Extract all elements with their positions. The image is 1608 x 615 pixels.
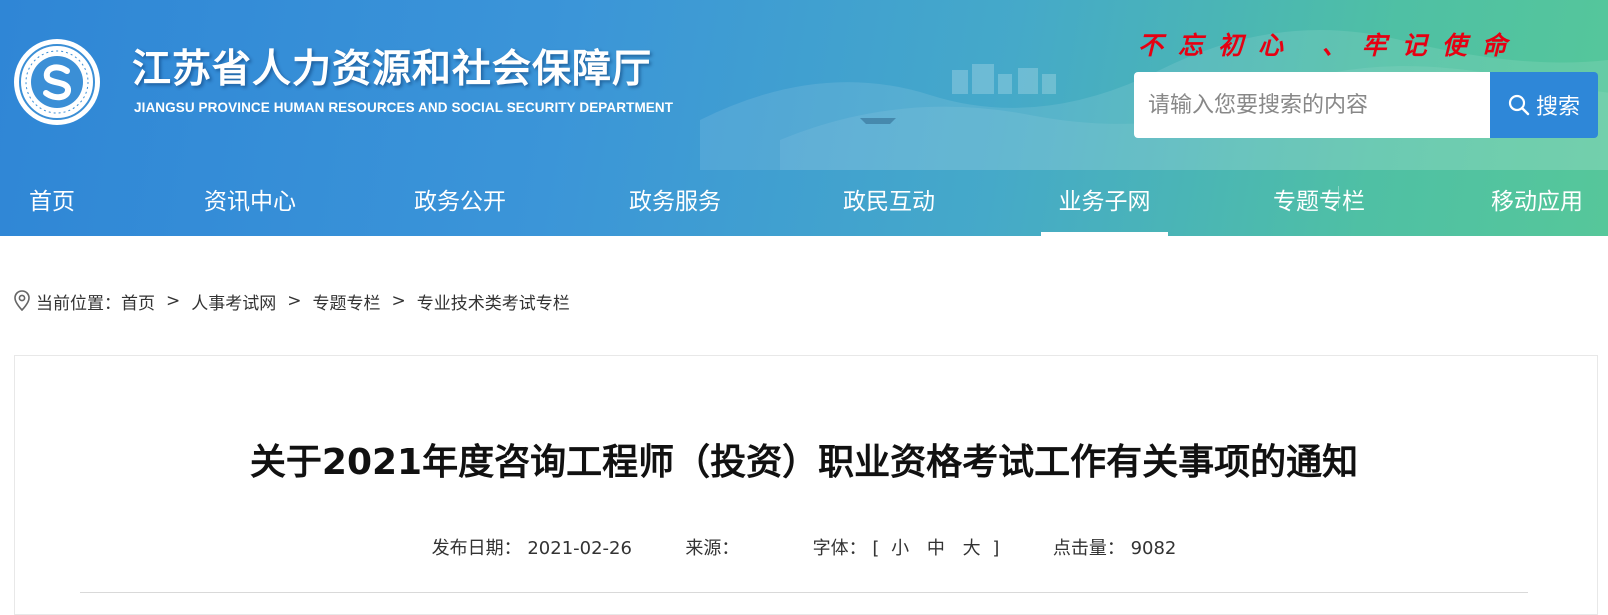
site-subtitle: JIANGSU PROVINCE HUMAN RESOURCES AND SOC…: [134, 100, 674, 115]
font-size-medium-button[interactable]: 中: [927, 534, 945, 560]
nav-item-mobile-apps[interactable]: 移动应用: [1476, 174, 1598, 236]
search-icon: [1508, 94, 1530, 116]
nav-item-government-affairs[interactable]: 政务公开: [401, 174, 519, 236]
font-size-small-button[interactable]: 小: [891, 534, 909, 560]
breadcrumb-item-technical-exams[interactable]: 专业技术类考试专栏: [417, 289, 570, 314]
font-size-label: 字体：: [812, 538, 867, 559]
source-label: 来源：: [685, 538, 740, 559]
font-size-bracket-close: ]: [992, 538, 1000, 559]
views-label: 点击量：: [1052, 538, 1125, 559]
nav-divider: [1338, 186, 1339, 208]
emblem-icon: [19, 44, 95, 120]
nav-item-government-services[interactable]: 政务服务: [616, 174, 734, 236]
article-meta: 发布日期： 2021-02-26 来源： 字体： [ 小 中 大 ] 点击量： …: [0, 534, 1608, 560]
site-logo[interactable]: [14, 39, 100, 125]
breadcrumb: 当前位置： 首页 > 人事考试网 > 专题专栏 > 专业技术类考试专栏: [14, 288, 570, 314]
breadcrumb-item-home[interactable]: 首页: [121, 289, 155, 314]
nav-item-business-subsites[interactable]: 业务子网: [1041, 174, 1168, 236]
breadcrumb-prefix: 当前位置：: [36, 293, 121, 314]
article-title: 关于2021年度咨询工程师（投资）职业资格考试工作有关事项的通知: [249, 442, 1359, 483]
nav-item-home[interactable]: 首页: [0, 174, 104, 236]
article-card: [14, 355, 1598, 615]
breadcrumb-item-special-topics[interactable]: 专题专栏: [313, 289, 381, 314]
nav-item-public-interaction[interactable]: 政民互动: [830, 174, 948, 236]
breadcrumb-item-exam-site[interactable]: 人事考试网: [191, 289, 276, 314]
publish-date: 2021-02-26: [527, 538, 632, 559]
nav-item-special-topics[interactable]: 专题专栏: [1260, 174, 1378, 236]
search-input[interactable]: [1134, 72, 1490, 138]
publish-date-label: 发布日期：: [431, 538, 522, 559]
content-divider: [80, 592, 1528, 593]
font-size-bracket-open: [: [872, 538, 880, 559]
location-pin-icon: [14, 290, 30, 312]
main-nav: 首页 资讯中心 政务公开 政务服务 政民互动 业务子网 专题专栏 移动应用: [0, 174, 1608, 236]
search-button[interactable]: 搜索: [1490, 72, 1598, 138]
breadcrumb-separator: >: [166, 291, 181, 311]
site-title: 江苏省人力资源和社会保障厅: [132, 47, 653, 92]
slogan: 不忘初心 、牢记使命: [1138, 31, 1522, 60]
breadcrumb-separator: >: [391, 291, 406, 311]
font-size-large-button[interactable]: 大: [963, 534, 981, 560]
breadcrumb-separator: >: [287, 291, 302, 311]
nav-item-news-center[interactable]: 资讯中心: [186, 174, 314, 236]
views-count: 9082: [1130, 538, 1177, 559]
site-header: 江苏省人力资源和社会保障厅 JIANGSU PROVINCE HUMAN RES…: [0, 0, 1608, 236]
search-button-label: 搜索: [1535, 95, 1580, 120]
